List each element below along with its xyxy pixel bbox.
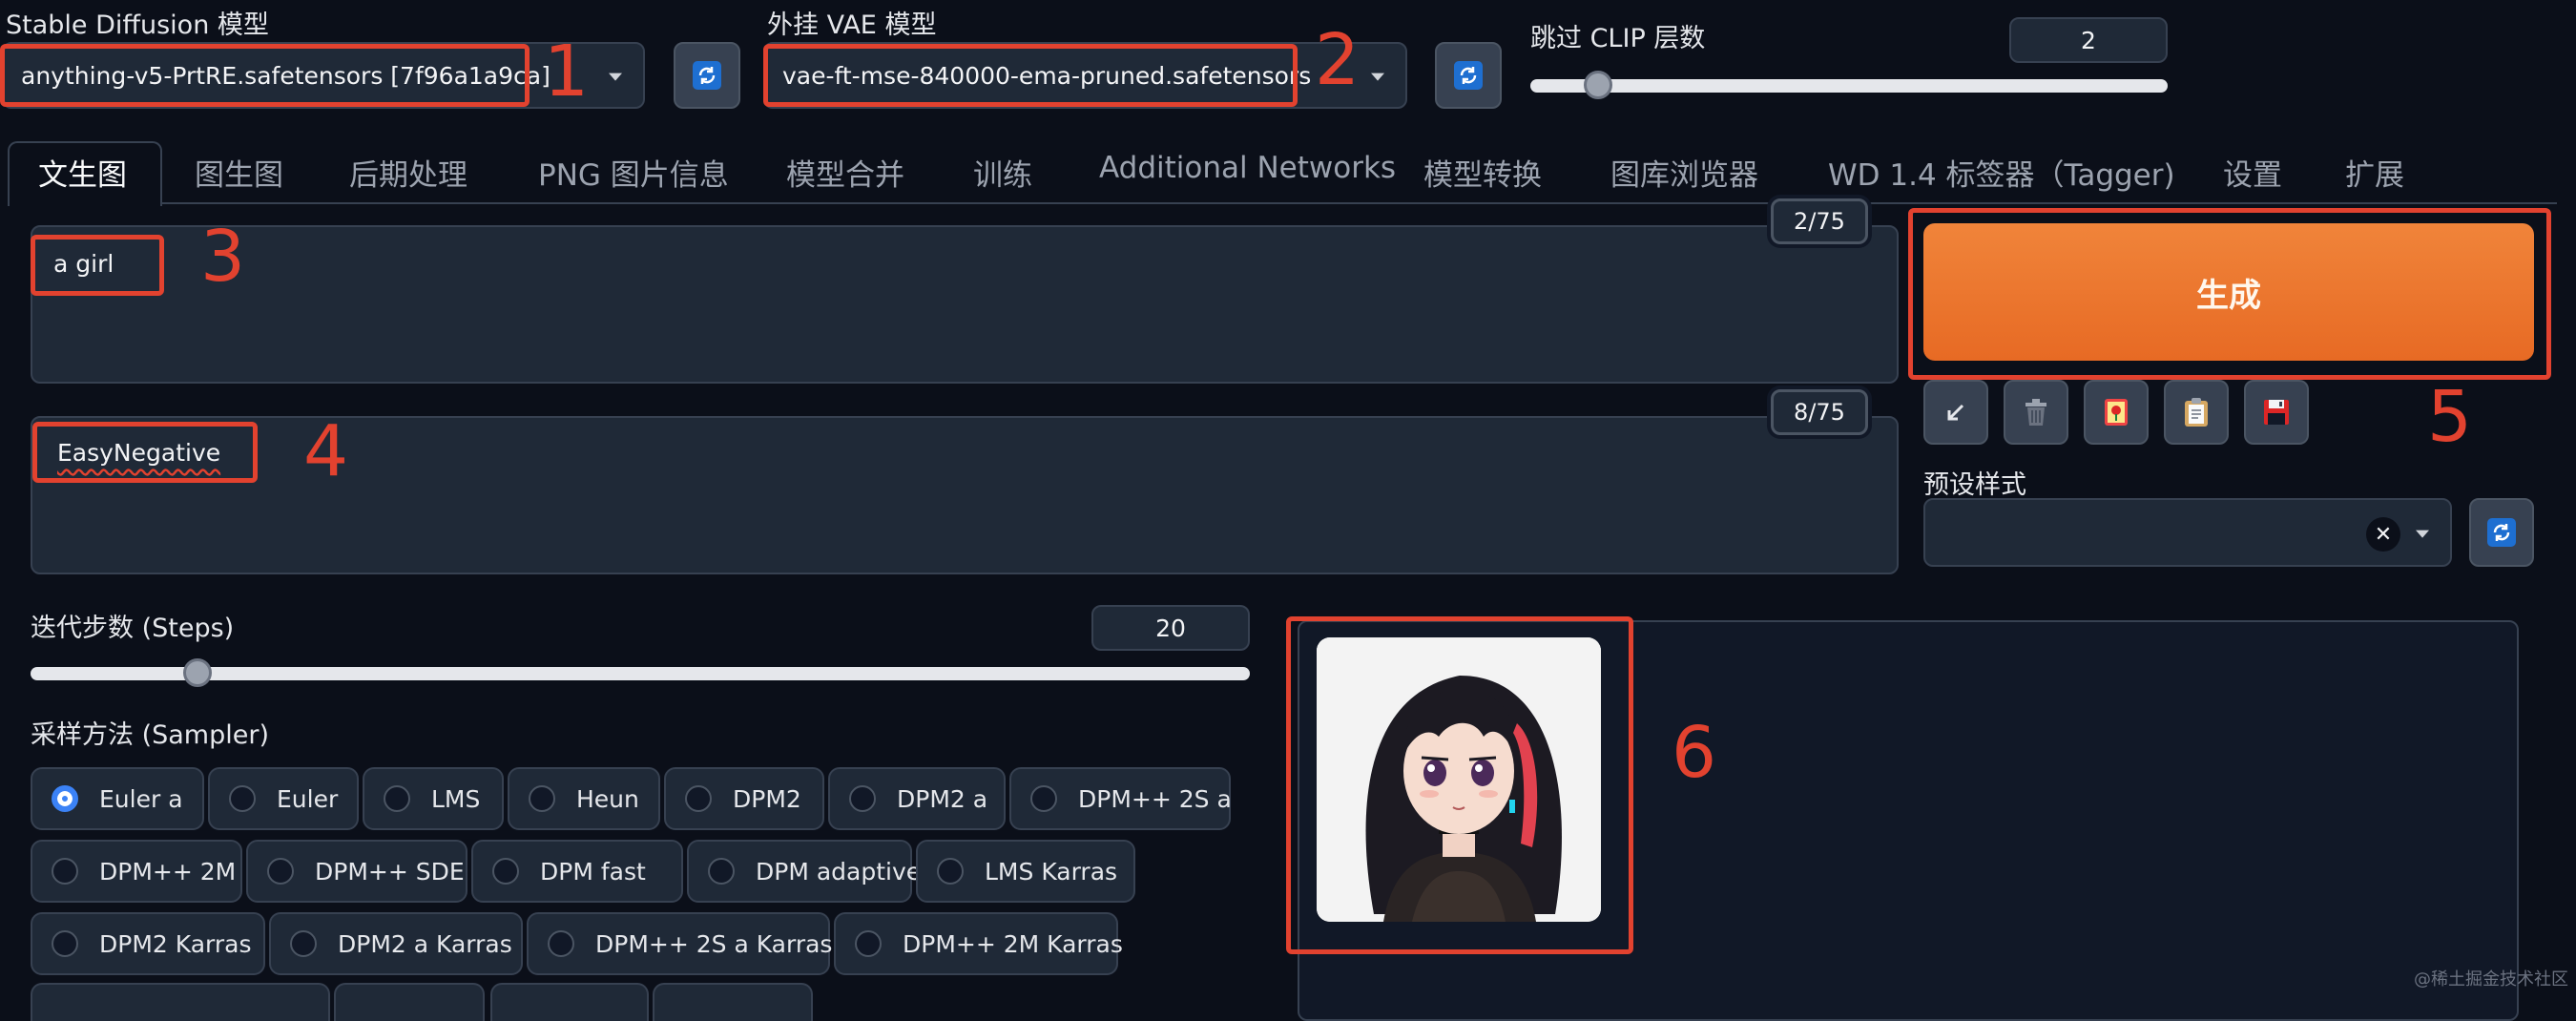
radio-icon	[849, 785, 876, 812]
radio-icon	[229, 785, 256, 812]
clear-icon[interactable]: ✕	[2366, 517, 2400, 552]
radio-icon	[52, 785, 78, 812]
refresh-icon	[693, 61, 721, 90]
sampler-option-row-cut[interactable]	[31, 983, 330, 1021]
radio-icon	[52, 858, 78, 885]
steps-label: 迭代步数 (Steps)	[31, 614, 235, 643]
apply-style-button[interactable]	[2164, 380, 2229, 445]
tab-img2img[interactable]: 图生图	[195, 151, 283, 194]
radio-icon	[290, 930, 317, 957]
sampler-option-dpm2-a[interactable]: DPM2 a	[828, 767, 1006, 830]
radio-icon	[937, 858, 964, 885]
annotation-box-3	[31, 235, 164, 296]
save-style-button[interactable]	[2244, 380, 2309, 445]
sampler-option-heun[interactable]: Heun	[508, 767, 660, 830]
watermark-text: @稀土掘金技术社区	[2414, 969, 2568, 990]
generate-button[interactable]: 生成	[1923, 223, 2534, 361]
sampler-label: 采样方法 (Sampler)	[31, 720, 269, 750]
sampler-option-euler-a[interactable]: Euler a	[31, 767, 204, 830]
prompt-token-counter: 2/75	[1771, 198, 1868, 244]
tab-train[interactable]: 训练	[973, 151, 1032, 194]
refresh-vae-button[interactable]	[1435, 42, 1502, 109]
extra-networks-button[interactable]	[2084, 380, 2149, 445]
tab-tagger[interactable]: WD 1.4 标签器（Tagger)	[1828, 151, 2175, 194]
clear-prompt-button[interactable]	[2004, 380, 2068, 445]
read-params-button[interactable]	[1923, 380, 1988, 445]
clip-skip-input[interactable]: 2	[2009, 17, 2168, 63]
sampler-option-dpmpp-sde[interactable]: DPM++ SDE	[246, 840, 467, 903]
annotation-number-3: 3	[200, 216, 246, 298]
sampler-option-dpm-adaptive[interactable]: DPM adaptive	[687, 840, 921, 903]
radio-icon	[492, 858, 519, 885]
floppy-disk-icon	[2264, 400, 2289, 425]
clipboard-icon	[2185, 398, 2208, 427]
sampler-option-lms-karras[interactable]: LMS Karras	[916, 840, 1135, 903]
annotation-box-1	[0, 44, 530, 107]
trash-icon	[2025, 399, 2046, 426]
sampler-option-row-cut[interactable]	[490, 983, 649, 1021]
tab-image-browser[interactable]: 图库浏览器	[1610, 151, 1758, 194]
sampler-option-dpm-fast[interactable]: DPM fast	[471, 840, 683, 903]
styles-dropdown[interactable]: ✕	[1923, 498, 2452, 567]
refresh-styles-button[interactable]	[2469, 498, 2534, 567]
negative-prompt-token-counter: 8/75	[1771, 389, 1868, 435]
sampler-option-dpmpp-2m[interactable]: DPM++ 2M	[31, 840, 242, 903]
radio-icon	[52, 930, 78, 957]
radio-icon	[529, 785, 555, 812]
prompt-textarea[interactable]: a girl	[31, 225, 1899, 384]
annotation-number-2: 2	[1315, 19, 1361, 101]
annotation-number-1: 1	[544, 31, 590, 113]
clip-skip-slider-track[interactable]	[1530, 79, 2168, 93]
tab-checkpoint-merger[interactable]: 模型合并	[786, 151, 904, 194]
tab-settings[interactable]: 设置	[2223, 151, 2282, 194]
annotation-number-6: 6	[1672, 712, 1717, 794]
radio-icon	[708, 858, 735, 885]
radio-icon	[384, 785, 410, 812]
tabs-divider	[10, 202, 2557, 204]
tab-png-info[interactable]: PNG 图片信息	[538, 151, 729, 194]
radio-icon	[1030, 785, 1057, 812]
sampler-option-dpmpp-2s-a[interactable]: DPM++ 2S a	[1009, 767, 1232, 830]
vae-label: 外挂 VAE 模型	[767, 10, 937, 40]
flower-card-icon	[2105, 399, 2128, 426]
chevron-down-icon	[2416, 530, 2429, 538]
refresh-icon	[2487, 518, 2516, 547]
steps-input[interactable]: 20	[1091, 605, 1250, 651]
tab-txt2img[interactable]: 文生图	[38, 151, 127, 194]
refresh-sd-model-button[interactable]	[674, 42, 740, 109]
annotation-number-4: 4	[303, 410, 349, 492]
annotation-box-2	[763, 44, 1298, 107]
sampler-option-row-cut[interactable]	[334, 983, 485, 1021]
styles-label: 预设样式	[1923, 470, 2026, 500]
sampler-option-dpm2-a-karras[interactable]: DPM2 a Karras	[269, 912, 523, 975]
chevron-down-icon	[1371, 73, 1384, 81]
sampler-option-dpmpp-2s-a-karras[interactable]: DPM++ 2S a Karras	[527, 912, 832, 975]
radio-icon	[685, 785, 712, 812]
tab-extras[interactable]: 后期处理	[349, 151, 467, 194]
sampler-option-lms[interactable]: LMS	[363, 767, 504, 830]
sampler-option-dpm2[interactable]: DPM2	[664, 767, 824, 830]
clip-skip-label: 跳过 CLIP 层数	[1530, 24, 1706, 53]
radio-icon	[855, 930, 882, 957]
sampler-option-dpm2-karras[interactable]: DPM2 Karras	[31, 912, 265, 975]
annotation-box-6	[1286, 616, 1633, 954]
radio-icon	[267, 858, 294, 885]
chevron-down-icon	[609, 73, 622, 81]
sd-model-label: Stable Diffusion 模型	[6, 10, 269, 40]
annotation-number-5: 5	[2427, 376, 2473, 458]
sampler-option-euler[interactable]: Euler	[208, 767, 359, 830]
arrow-down-left-icon	[1947, 404, 1964, 421]
sampler-option-row-cut[interactable]	[653, 983, 813, 1021]
clip-skip-slider-handle[interactable]	[1584, 71, 1612, 99]
steps-slider-track[interactable]	[31, 667, 1250, 680]
tab-model-converter[interactable]: 模型转换	[1423, 151, 1542, 194]
annotation-box-4	[32, 422, 258, 483]
tab-additional-networks[interactable]: Additional Networks	[1099, 151, 1396, 185]
steps-slider-handle[interactable]	[183, 658, 212, 687]
radio-icon	[548, 930, 574, 957]
refresh-icon	[1454, 61, 1483, 90]
sampler-option-dpmpp-2m-karras[interactable]: DPM++ 2M Karras	[834, 912, 1123, 975]
tab-extensions[interactable]: 扩展	[2345, 151, 2404, 194]
